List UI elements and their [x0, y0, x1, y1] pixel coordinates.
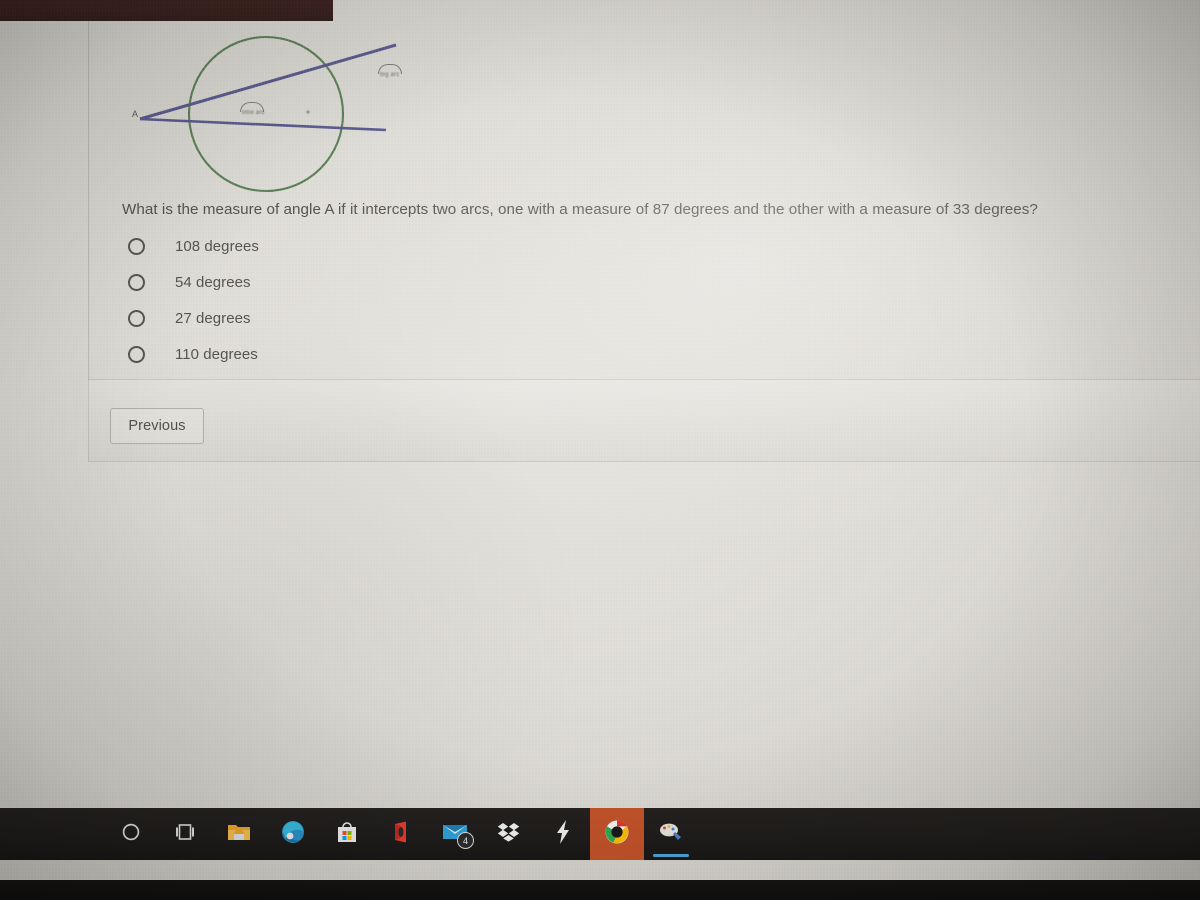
task-view-icon	[173, 821, 197, 848]
circle-shape	[187, 35, 345, 193]
option-row-0[interactable]: 108 degrees	[122, 228, 542, 264]
radio-button-2[interactable]	[128, 309, 145, 327]
vertex-label-a: A	[132, 109, 138, 119]
photo-of-laptop-screen: A little arc big arc What is the measure…	[0, 0, 1200, 900]
browser-title-band	[0, 0, 333, 21]
lower-secant-line	[139, 117, 387, 132]
taskbar-item-cortana[interactable]	[104, 808, 158, 860]
taskbar-item-dropbox[interactable]	[482, 808, 536, 860]
windows-taskbar: 4	[0, 808, 1200, 860]
dropbox-icon	[497, 820, 521, 849]
radio-button-3[interactable]	[128, 345, 145, 363]
answer-options-list: 108 degrees 54 degrees 27 degrees 110 de…	[122, 228, 542, 372]
cortana-icon	[120, 821, 142, 848]
content-card-footer-band	[88, 379, 1200, 462]
office-icon	[390, 820, 412, 849]
radio-button-1[interactable]	[128, 273, 145, 291]
content-card-bottom-edge	[88, 461, 1200, 462]
option-label-0: 108 degrees	[175, 237, 259, 255]
google-chrome-icon	[604, 819, 630, 850]
taskbar-item-office[interactable]	[374, 808, 428, 860]
option-label-3: 110 degrees	[175, 345, 258, 363]
microsoft-store-icon	[335, 820, 359, 849]
content-card-divider	[88, 379, 1200, 380]
paint-app-icon	[658, 820, 684, 849]
microsoft-edge-icon	[280, 819, 306, 850]
taskbar-item-microsoft-store[interactable]	[320, 808, 374, 860]
option-row-1[interactable]: 54 degrees	[122, 264, 542, 300]
near-arc-label: little arc	[242, 110, 265, 116]
file-explorer-icon	[226, 821, 252, 848]
taskbar-item-paint-app[interactable]	[644, 808, 698, 860]
option-label-1: 54 degrees	[175, 273, 251, 291]
taskbar-item-microsoft-edge[interactable]	[266, 808, 320, 860]
taskbar-item-mail[interactable]: 4	[428, 808, 482, 860]
option-label-2: 27 degrees	[175, 309, 251, 327]
taskbar-left-spacer	[0, 834, 104, 835]
taskbar-item-task-view[interactable]	[158, 808, 212, 860]
upper-secant-line	[139, 43, 397, 121]
paint-app-running-indicator	[653, 854, 689, 857]
lightning-app-icon	[553, 819, 573, 850]
laptop-screen: A little arc big arc What is the measure…	[0, 0, 1200, 880]
circle-secants-diagram: A little arc big arc	[118, 22, 428, 202]
option-row-3[interactable]: 110 degrees	[122, 336, 542, 372]
far-arc-label: big arc	[380, 72, 400, 78]
option-row-2[interactable]: 27 degrees	[122, 300, 542, 336]
mail-unread-badge: 4	[457, 832, 474, 849]
circle-center-dot	[306, 110, 310, 114]
radio-button-0[interactable]	[128, 237, 145, 255]
taskbar-item-file-explorer[interactable]	[212, 808, 266, 860]
taskbar-item-google-chrome[interactable]	[590, 808, 644, 860]
taskbar-item-lightning-app[interactable]	[536, 808, 590, 860]
question-text: What is the measure of angle A if it int…	[122, 201, 1038, 218]
laptop-bezel	[0, 880, 1200, 900]
previous-button[interactable]: Previous	[110, 408, 204, 444]
